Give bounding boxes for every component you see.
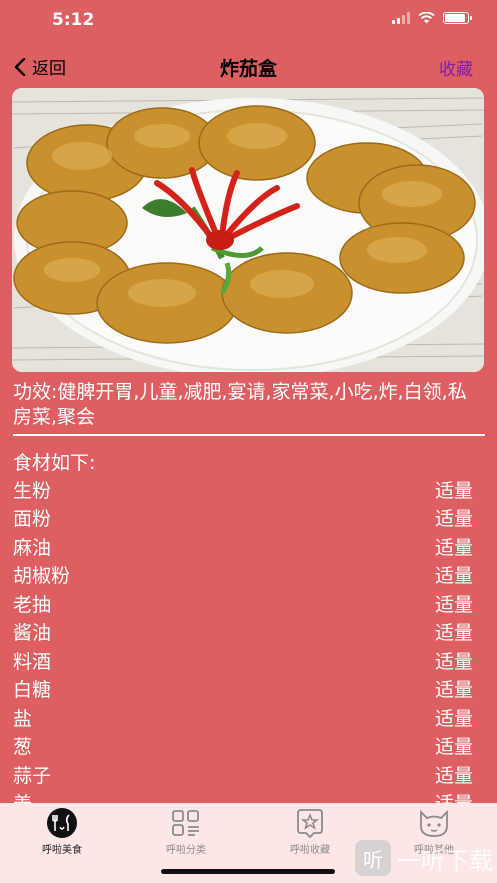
tab-food-label: 呼啦美食 [42, 845, 82, 856]
tab-favorites[interactable]: 呼啦收藏 [248, 806, 372, 856]
ingredient-amount: 适量 [434, 508, 473, 531]
navigation-bar: 返回 炸茄盒 收藏 [0, 44, 497, 88]
ingredient-row: 料酒 适量 [13, 646, 473, 675]
ingredient-name: 胡椒粉 [13, 565, 71, 588]
ingredient-name: 姜 [13, 789, 32, 804]
ingredient-row: 盐 适量 [13, 703, 473, 732]
tab-favorites-label: 呼啦收藏 [290, 845, 330, 856]
status-bar: 5:12 [0, 0, 497, 44]
ingredient-row: 麻油 适量 [13, 532, 473, 561]
divider [13, 434, 485, 436]
ingredient-amount: 适量 [434, 736, 473, 759]
ingredient-amount: 适量 [434, 593, 473, 616]
favorite-button[interactable]: 收藏 [439, 55, 473, 80]
ingredient-name: 麻油 [13, 536, 52, 559]
ingredient-name: 酱油 [13, 622, 52, 645]
ingredient-name: 老抽 [13, 593, 52, 616]
ingredient-row: 白糖 适量 [13, 675, 473, 704]
ingredient-amount: 适量 [434, 707, 473, 730]
back-button[interactable]: 返回 [14, 54, 66, 79]
ingredients-title: 食材如下: [13, 452, 96, 474]
dish-photo [12, 88, 484, 372]
ingredient-row: 姜 适量 [13, 789, 473, 804]
ingredient-amount: 适量 [434, 536, 473, 559]
cellular-signal-icon [392, 12, 410, 24]
ingredient-row: 酱油 适量 [13, 618, 473, 647]
ingredient-name: 蒜子 [13, 764, 52, 787]
ingredient-row: 胡椒粉 适量 [13, 561, 473, 590]
tab-category[interactable]: 呼啦分类 [124, 806, 248, 856]
recipe-effects: 功效:健脾开胃,儿童,减肥,宴请,家常菜,小吃,炸,白领,私房菜,聚会 [13, 381, 467, 428]
ingredient-row: 生粉 适量 [13, 475, 473, 504]
page-title: 炸茄盒 [219, 58, 277, 80]
fried-eggplant-box-image [12, 88, 484, 372]
ingredient-row: 蒜子 适量 [13, 760, 473, 789]
tab-category-label: 呼啦分类 [166, 845, 206, 856]
ingredient-row: 葱 适量 [13, 732, 473, 761]
ingredient-amount: 适量 [434, 565, 473, 588]
ingredient-amount: 适量 [434, 764, 473, 787]
wifi-icon [418, 12, 435, 24]
ingredient-row: 面粉 适量 [13, 504, 473, 533]
ingredient-name: 葱 [13, 736, 33, 759]
ingredient-amount: 适量 [434, 679, 473, 702]
ingredient-amount: 适量 [434, 650, 473, 673]
food-icon [42, 806, 82, 840]
star-icon [290, 806, 330, 840]
chevron-left-icon [14, 57, 26, 76]
status-time: 5:12 [52, 10, 95, 30]
watermark-text: 一听下载 [397, 846, 493, 875]
home-indicator [161, 869, 335, 874]
watermark-logo-icon: 听 [355, 840, 391, 876]
battery-icon [443, 12, 472, 24]
tab-food[interactable]: 呼啦美食 [0, 806, 124, 856]
ingredient-amount: 适量 [434, 622, 473, 645]
ingredient-amount: 适量 [434, 479, 473, 502]
ingredients-list: 生粉 适量 面粉 适量 麻油 适量 胡椒粉 适量 老抽 适量 酱油 适量 料酒 适量 白糖 适量… [13, 475, 473, 804]
ingredient-name: 白糖 [13, 679, 52, 702]
ingredient-name: 生粉 [13, 479, 52, 502]
back-label: 返回 [32, 59, 66, 79]
status-icons [392, 12, 472, 24]
ingredient-name: 料酒 [13, 650, 52, 673]
ingredient-amount: 适量 [435, 789, 473, 804]
watermark: 听 一听下载 [355, 840, 493, 876]
cat-icon [414, 806, 454, 840]
ingredient-name: 盐 [13, 707, 33, 730]
category-icon [166, 806, 206, 840]
ingredient-row: 老抽 适量 [13, 589, 473, 618]
ingredient-name: 面粉 [13, 508, 52, 531]
